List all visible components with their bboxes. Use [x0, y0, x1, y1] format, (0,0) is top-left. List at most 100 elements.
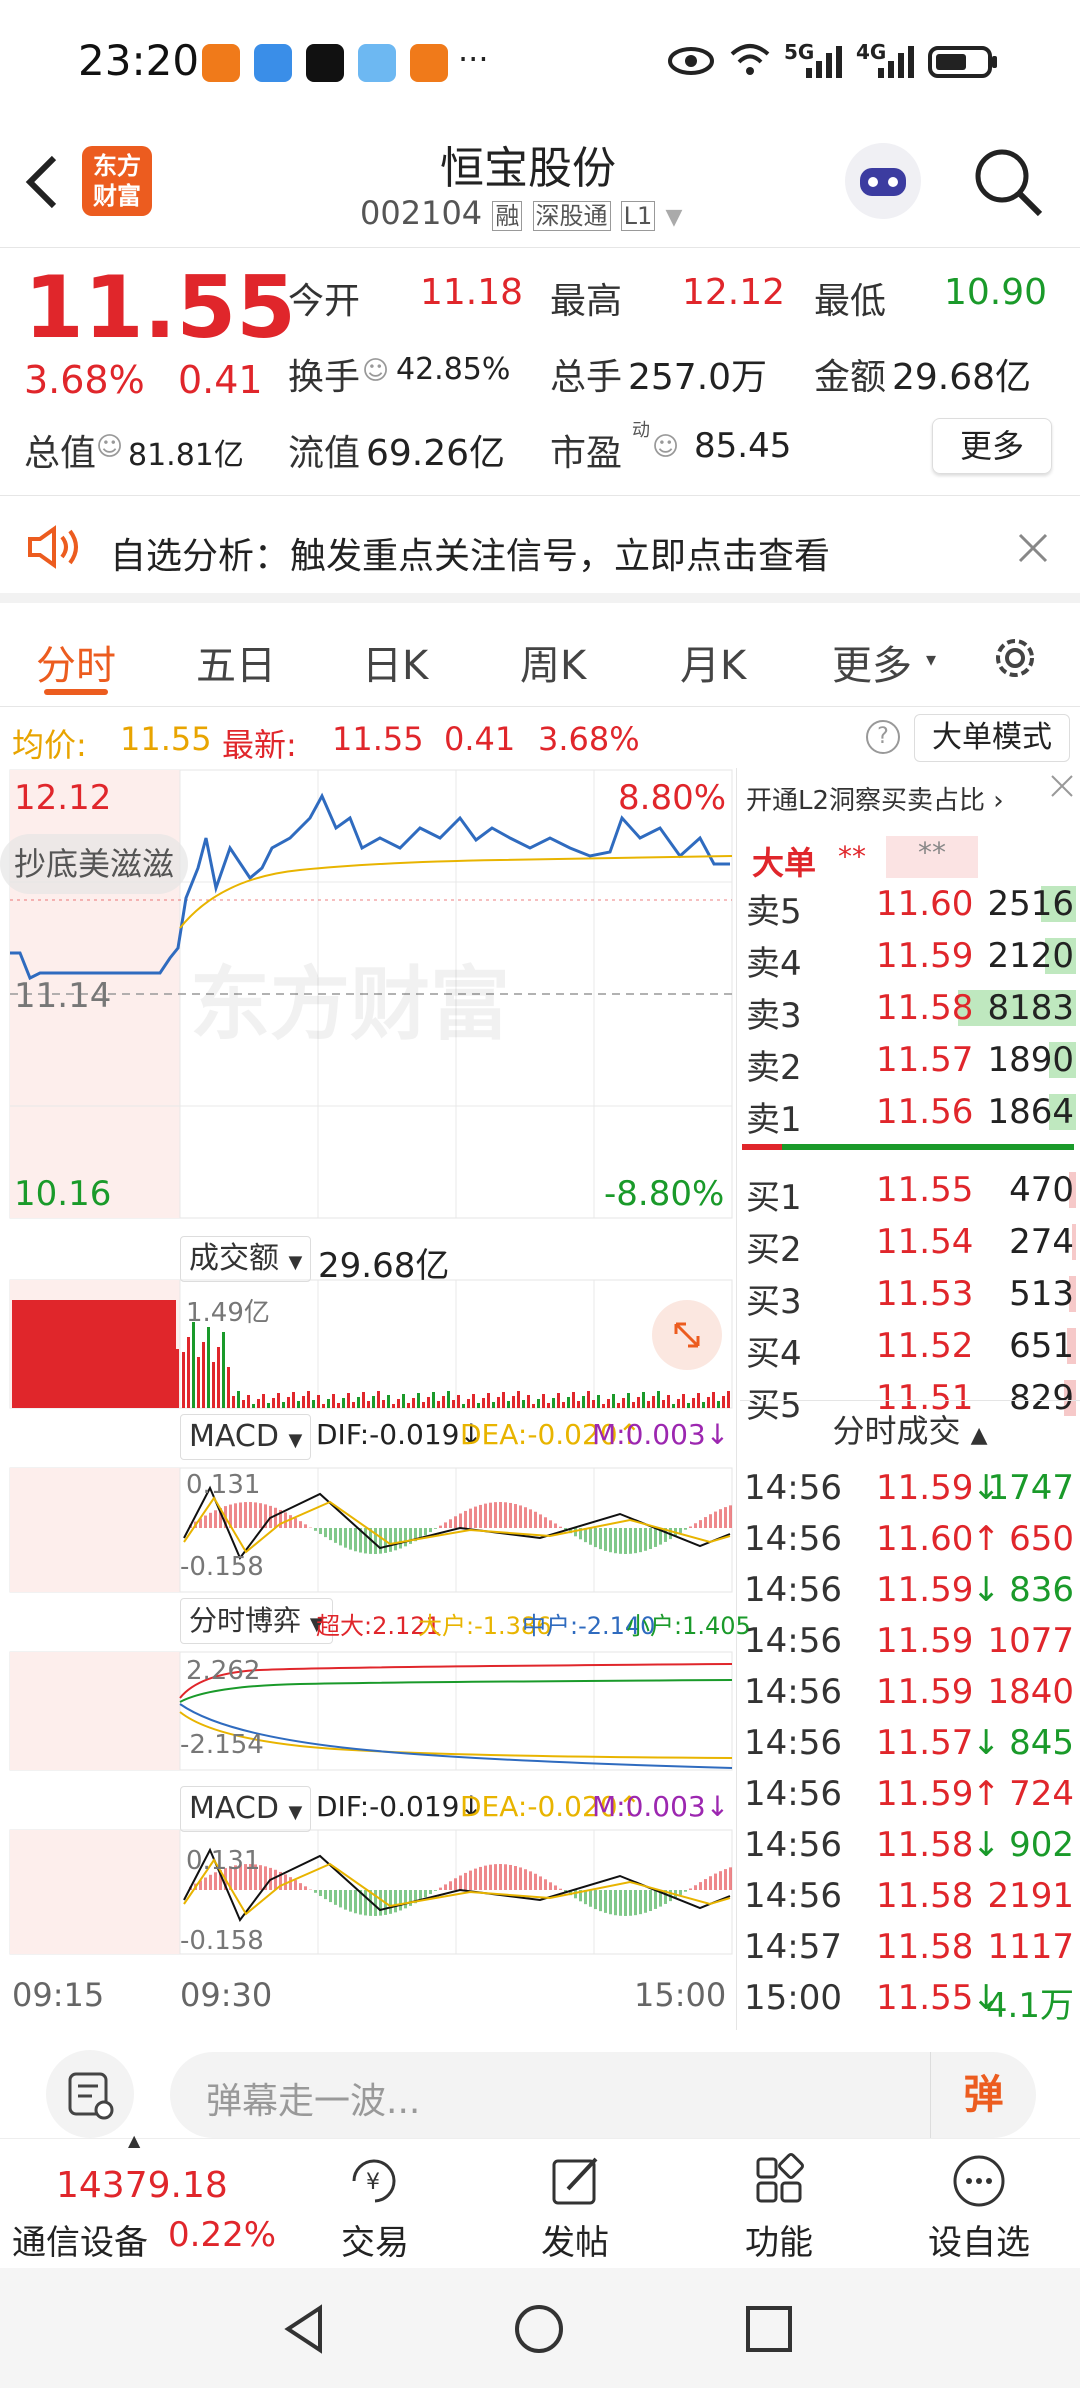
bigorder-stars-2: ** [886, 836, 978, 878]
macd-bar [644, 1890, 647, 1913]
macd-bar [444, 1884, 447, 1890]
orderbook-ask-row[interactable]: 卖2 11.57 1890 [740, 1036, 1080, 1088]
macd-bar [209, 1874, 212, 1890]
tick-time: 14:56 [744, 1672, 842, 1712]
functions-button[interactable]: 功能 [714, 2139, 844, 2269]
volume-bar [287, 1397, 290, 1408]
help-icon[interactable]: ? [866, 720, 900, 754]
volume-bar [192, 1322, 195, 1408]
tab-daily-k[interactable]: 日K [362, 633, 428, 691]
tab-more[interactable]: 更多 [832, 633, 912, 691]
book-volume: 1864 [987, 1092, 1074, 1132]
ticks-header[interactable]: 分时成交 ▲ [740, 1400, 1080, 1460]
post-button[interactable]: 发帖 [510, 2139, 640, 2269]
tab-intraday[interactable]: 分时 [36, 633, 116, 691]
macd-bar [604, 1890, 607, 1913]
orderbook-bid-row[interactable]: 买1 11.55 470 [740, 1166, 1080, 1218]
recents-square-icon[interactable] [744, 2304, 794, 2354]
macd-bar [489, 1864, 492, 1890]
danmaku-input[interactable]: 弹幕走一波... 弹 [170, 2052, 1036, 2138]
add-watchlist-button[interactable]: 设自选 [914, 2139, 1044, 2269]
orderbook-bid-row[interactable]: 买3 11.53 513 [740, 1270, 1080, 1322]
orderbook-bid-row[interactable]: 买4 11.52 651 [740, 1322, 1080, 1374]
volume-bar [647, 1401, 650, 1408]
dropdown-triangle-icon[interactable]: ▼ [665, 205, 682, 230]
close-icon[interactable] [1048, 772, 1076, 800]
orderbook-ask-row[interactable]: 卖3 11.58 8183 [740, 984, 1080, 1036]
expand-button[interactable] [652, 1300, 722, 1370]
trade-label: 交易 [341, 2223, 409, 2263]
macd-bar [464, 1872, 467, 1890]
orderbook-ask-row[interactable]: 卖5 11.60 2516 [740, 880, 1080, 932]
bigorder-mode-button[interactable]: 大单模式 [914, 714, 1070, 762]
info-icon[interactable]: ☺ [96, 432, 123, 462]
macd-bar [254, 1502, 257, 1528]
volume-bar [527, 1395, 530, 1408]
tab-monthly-k[interactable]: 月K [680, 633, 746, 691]
macd-bar [624, 1890, 627, 1916]
volume-bar [427, 1397, 430, 1408]
back-arrow-icon[interactable] [22, 152, 62, 212]
volume-bar [662, 1400, 665, 1408]
open-value: 11.18 [420, 272, 524, 313]
macd-bar [604, 1528, 607, 1551]
volume-bar [502, 1392, 505, 1408]
more-button[interactable]: 更多 [932, 418, 1052, 474]
flow-selector[interactable]: 分时博弈 ▼ [180, 1598, 333, 1644]
book-price: 11.59 [876, 936, 974, 976]
home-circle-icon[interactable] [512, 2302, 566, 2356]
l2-banner[interactable]: 开通L2洞察买卖占比 › [746, 780, 1004, 817]
orderbook-bid-row[interactable]: 买2 11.54 274 [740, 1218, 1080, 1270]
book-price: 11.57 [876, 1040, 974, 1080]
macd-bar [519, 1867, 522, 1890]
volume-bar [337, 1403, 340, 1408]
index-widget[interactable]: 14379.18 通信设备 0.22% [0, 2139, 290, 2269]
tick-row: 14:56 11.60 ↑ 650 [740, 1519, 1080, 1569]
note-icon-button[interactable] [46, 2050, 134, 2138]
close-icon[interactable] [1016, 531, 1050, 565]
macd-selector[interactable]: MACD ▼ [180, 1414, 312, 1460]
book-level-label: 卖2 [746, 1048, 802, 1088]
bigorder-stars-1: ** [838, 840, 866, 873]
search-icon[interactable] [970, 144, 1046, 220]
volume-bar [302, 1396, 305, 1408]
volume-bar [227, 1367, 230, 1408]
macd-bar [639, 1528, 642, 1553]
macd-bar [649, 1528, 652, 1550]
orderbook-ask-row[interactable]: 卖1 11.56 1864 [740, 1088, 1080, 1140]
volume-bar [447, 1391, 450, 1408]
info-icon[interactable]: ☺ [652, 432, 679, 462]
gear-icon[interactable] [988, 631, 1042, 685]
back-triangle-icon[interactable] [280, 2304, 330, 2354]
tab-weekly-k[interactable]: 周K [520, 633, 586, 691]
macd-bar [234, 1503, 237, 1528]
volume-selector[interactable]: 成交额 ▼ [180, 1236, 312, 1282]
macd-bar [554, 1523, 557, 1528]
tab-five-day[interactable]: 五日 [196, 633, 276, 691]
volume-bar [612, 1394, 615, 1408]
macd-selector-2[interactable]: MACD ▼ [180, 1786, 312, 1832]
volume-bar [582, 1396, 585, 1408]
volume-bar [667, 1395, 670, 1408]
macd-bar [709, 1876, 712, 1890]
book-price: 11.56 [876, 1092, 974, 1132]
tick-volume: 1077 [987, 1621, 1074, 1661]
info-icon[interactable]: ☺ [362, 356, 389, 386]
robot-assistant-icon[interactable] [840, 138, 926, 224]
volume-bar [412, 1398, 415, 1408]
trade-button[interactable]: ¥ 交易 [310, 2139, 440, 2269]
volume-bar [247, 1395, 250, 1408]
book-price: 11.60 [876, 884, 974, 924]
status-bar: 23:20 ··· 5G 4G [0, 0, 1080, 120]
volume-bar [682, 1394, 685, 1408]
volume-bar [507, 1401, 510, 1408]
volume-bar [532, 1404, 535, 1408]
macd-bar [509, 1502, 512, 1528]
macd-bar [689, 1888, 692, 1890]
analysis-notice[interactable]: 自选分析：触发重点关注信号，立即点击查看 [0, 497, 1080, 603]
orderbook-ask-row[interactable]: 卖4 11.59 2120 [740, 932, 1080, 984]
book-price: 11.52 [876, 1326, 974, 1366]
danmaku-toggle-button[interactable]: 弹 [930, 2052, 1036, 2138]
volume-bar [387, 1395, 390, 1408]
volume-total: 29.68亿 [318, 1246, 450, 1286]
